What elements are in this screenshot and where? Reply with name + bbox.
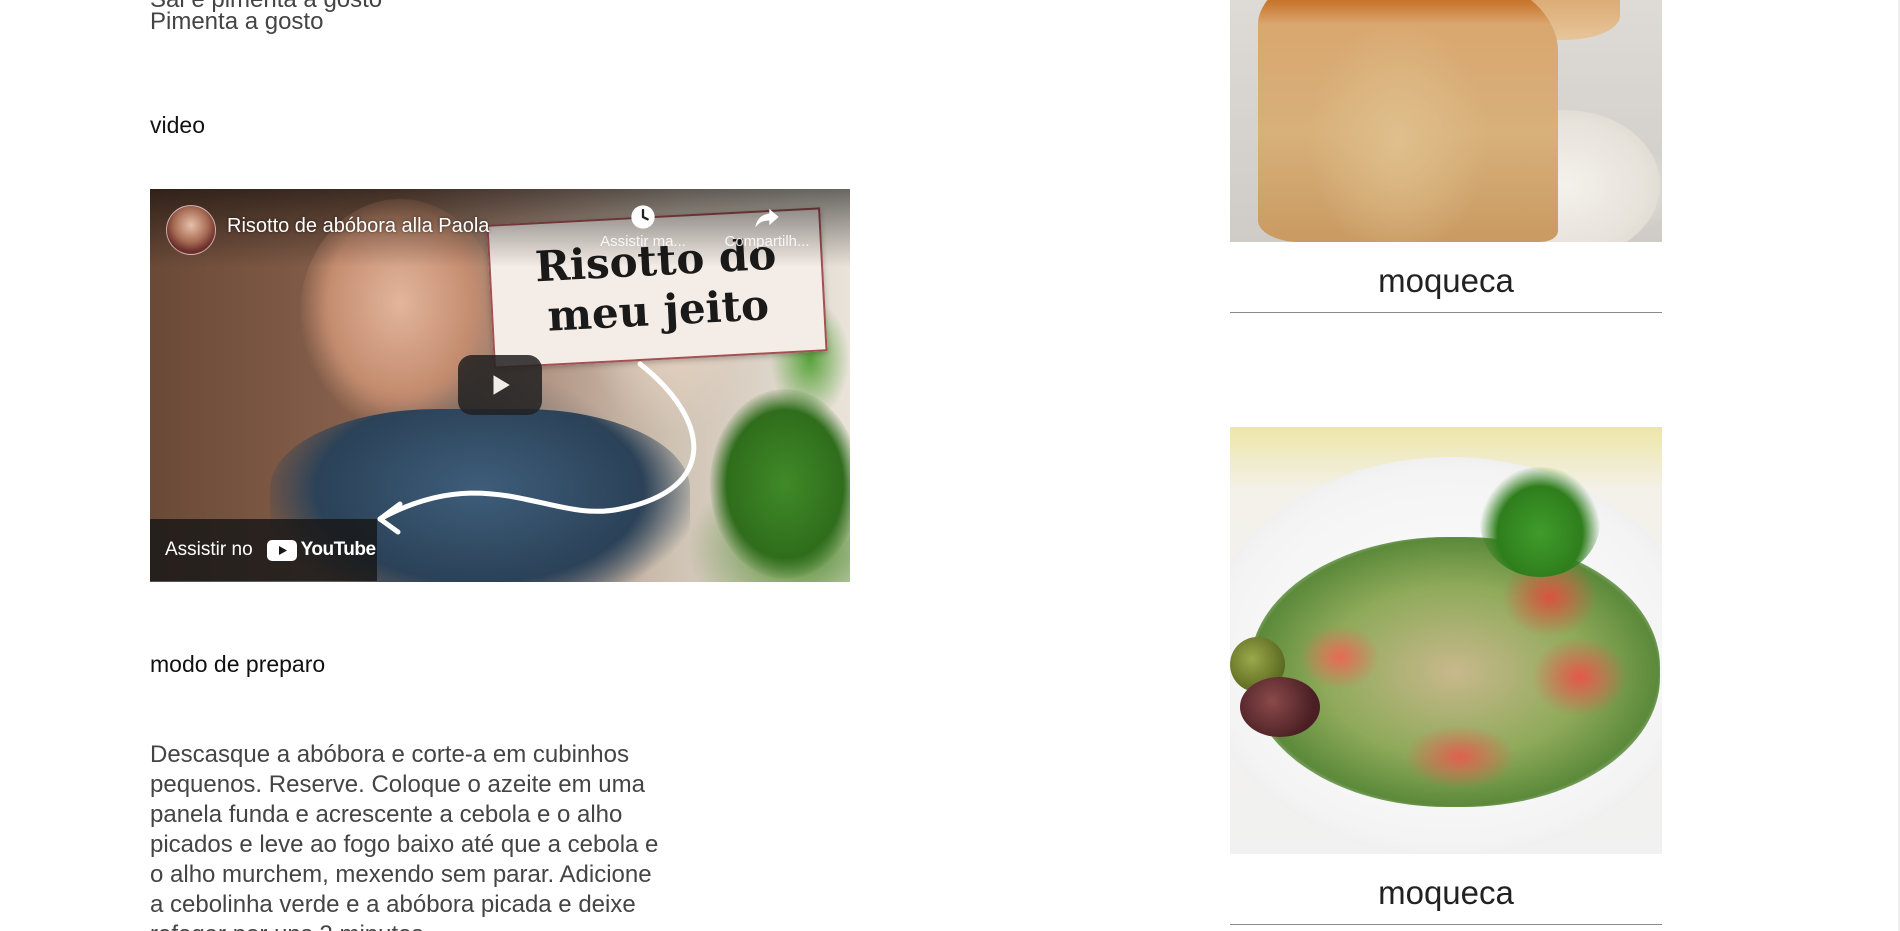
image-olive bbox=[1240, 677, 1320, 737]
recipe-image[interactable] bbox=[1230, 0, 1662, 242]
share-button[interactable]: Compartilh... bbox=[717, 203, 817, 250]
play-icon bbox=[493, 375, 510, 395]
recipe-card-title[interactable]: moqueca bbox=[1230, 242, 1662, 313]
video-heading: video bbox=[150, 112, 205, 138]
youtube-play-icon bbox=[266, 539, 297, 561]
youtube-logo: YouTube bbox=[266, 539, 376, 561]
youtube-wordmark: YouTube bbox=[300, 539, 376, 560]
recipe-card-title[interactable]: moqueca bbox=[1230, 854, 1662, 925]
channel-avatar[interactable] bbox=[166, 205, 216, 255]
image-salad bbox=[1250, 537, 1660, 807]
method-heading: modo de preparo bbox=[150, 651, 326, 677]
watch-later-button[interactable]: Assistir ma... bbox=[593, 203, 693, 250]
method-text: Descasque a abóbora e corte-a em cubinho… bbox=[150, 741, 659, 931]
watch-later-label: Assistir ma... bbox=[600, 233, 686, 250]
watch-on-youtube-button[interactable]: Assistir no YouTube bbox=[150, 519, 377, 581]
youtube-video-embed[interactable]: Risotto do meu jeito Risotto de abóbora … bbox=[150, 189, 850, 582]
recipe-page: Sal e pimenta a gosto Pimenta a gosto vi… bbox=[0, 0, 1900, 931]
watch-on-label: Assistir no bbox=[165, 539, 253, 560]
video-title[interactable]: Risotto de abóbora alla Paola bbox=[227, 215, 489, 238]
share-label: Compartilh... bbox=[724, 233, 810, 250]
related-recipe-card[interactable]: moqueca bbox=[1230, 0, 1662, 313]
share-arrow-icon bbox=[755, 208, 779, 228]
image-cake-slice bbox=[1258, 0, 1558, 242]
clock-icon bbox=[631, 205, 655, 229]
related-recipe-card[interactable]: moqueca bbox=[1230, 427, 1662, 925]
recipe-image[interactable] bbox=[1230, 427, 1662, 854]
play-button[interactable] bbox=[458, 355, 542, 415]
ingredient-item: Pimenta a gosto bbox=[150, 8, 324, 35]
image-mint bbox=[1480, 467, 1600, 577]
